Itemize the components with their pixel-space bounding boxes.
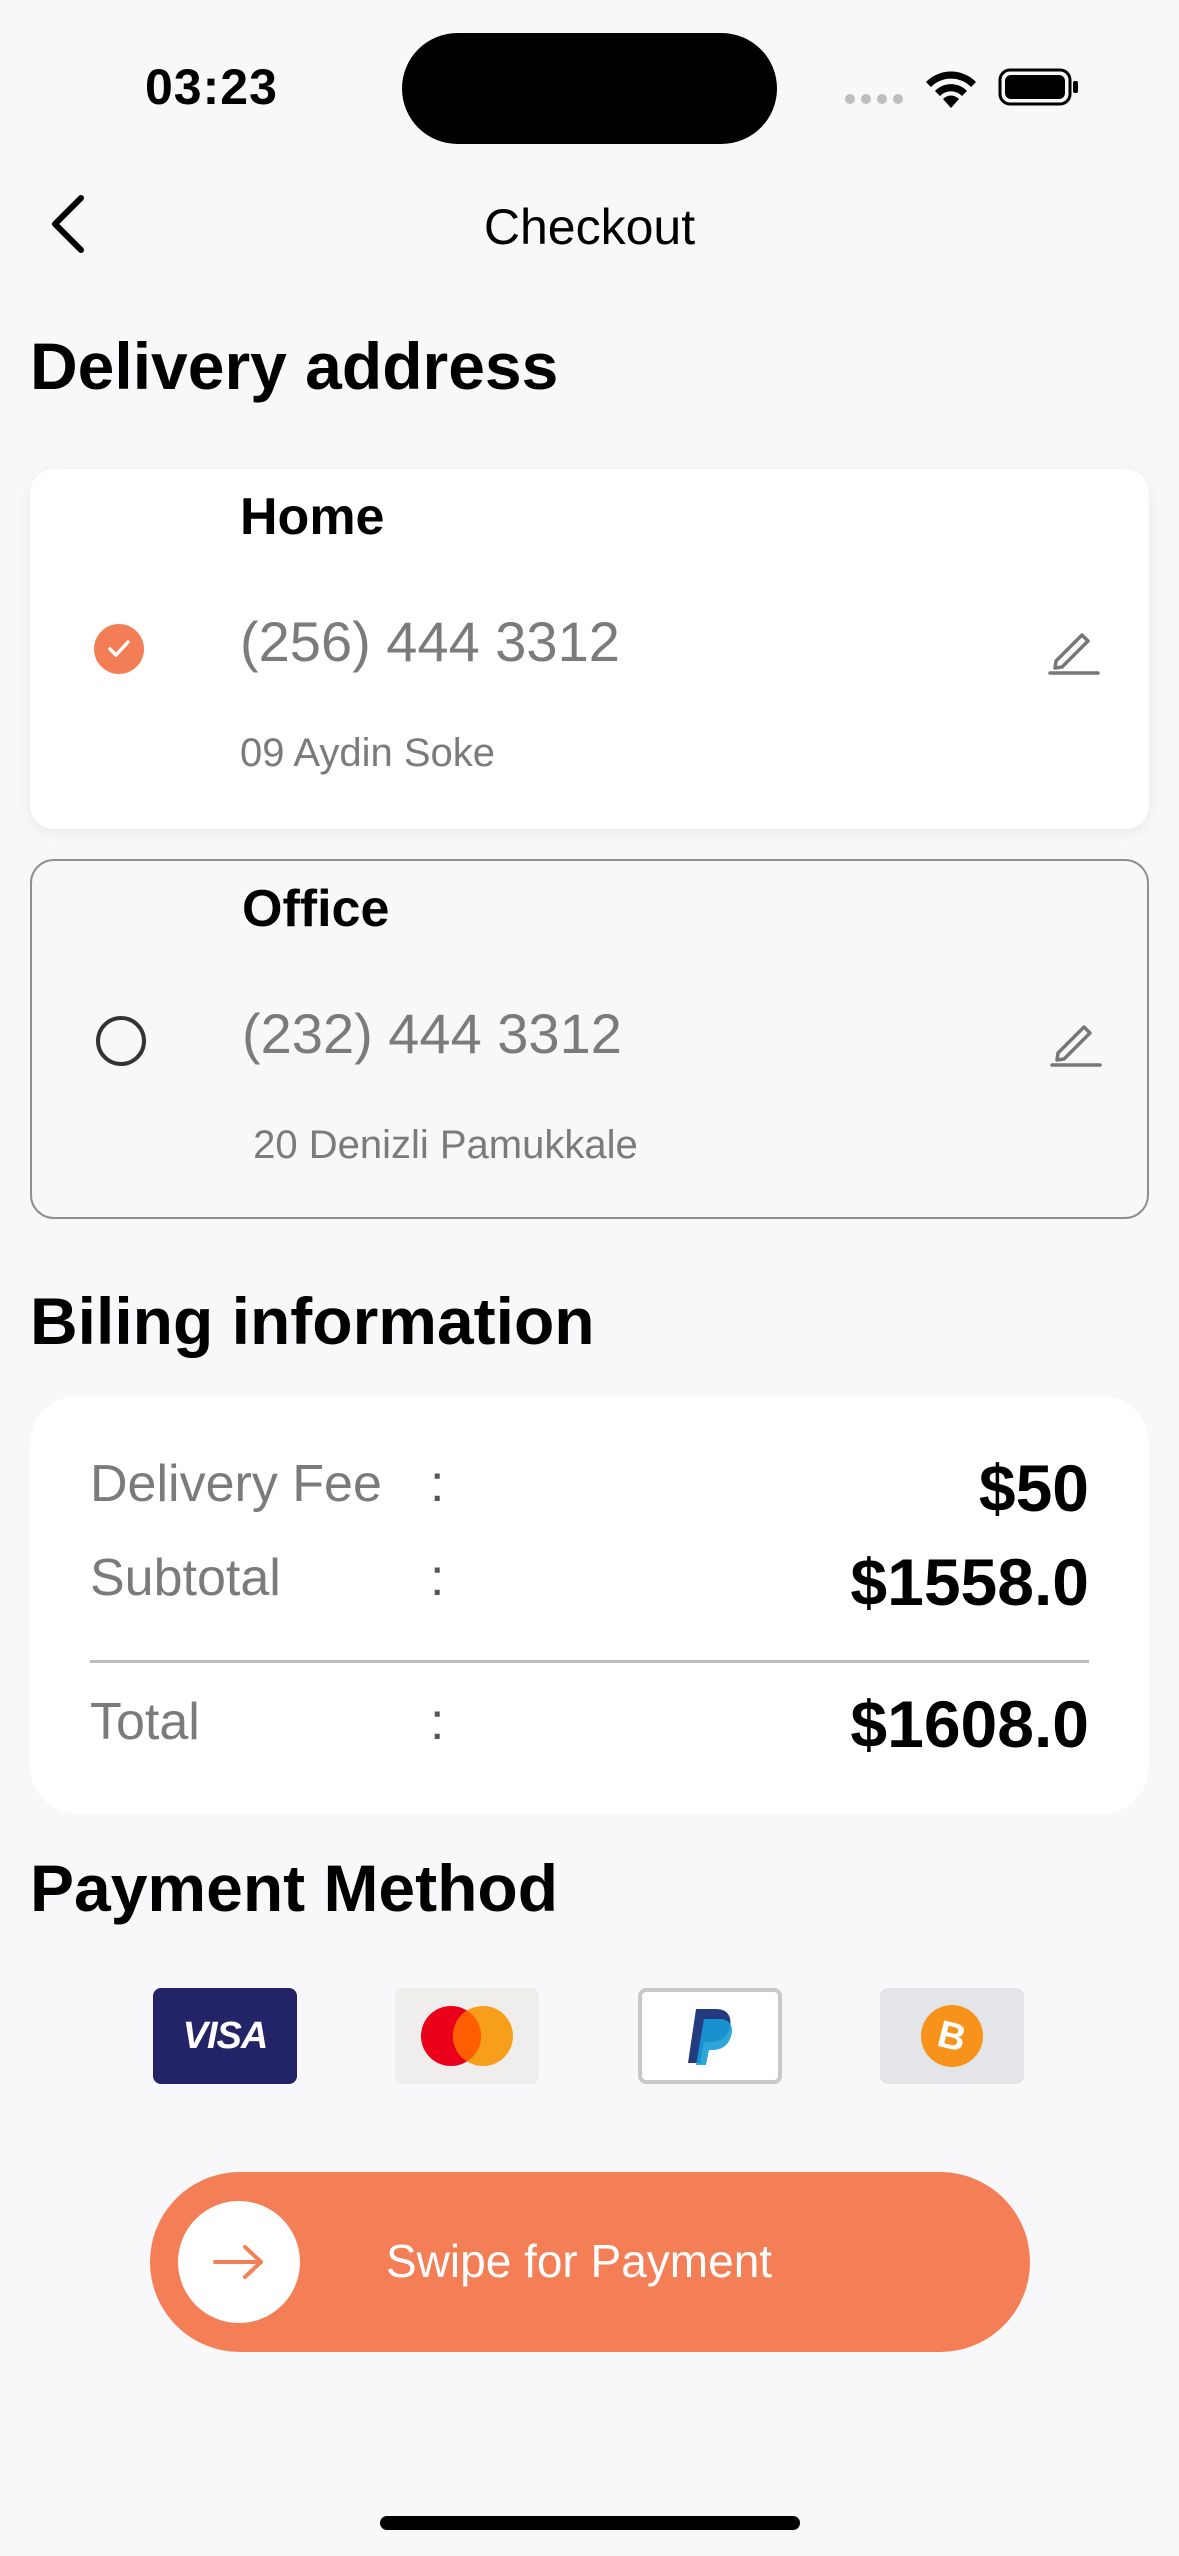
battery-icon <box>998 68 1078 106</box>
edit-pencil-icon[interactable] <box>1046 621 1102 677</box>
bill-row-delivery-fee: Delivery Fee : $50 <box>90 1451 1089 1534</box>
cellular-signal-icon <box>845 94 905 104</box>
delivery-section-title: Delivery address <box>30 329 559 403</box>
swipe-label: Swipe for Payment <box>386 2235 773 2287</box>
chevron-left-icon <box>52 195 84 253</box>
bill-colon: : <box>430 1549 445 1607</box>
address-label: Home <box>240 488 385 546</box>
bitcoin-logo-icon: B <box>921 2005 983 2067</box>
address-phone: (256) 444 3312 <box>240 610 620 673</box>
billing-card: Delivery Fee : $50 Subtotal : $1558.0 To… <box>30 1396 1149 1814</box>
address-label: Office <box>242 880 390 938</box>
payment-bitcoin-button[interactable]: B <box>880 1988 1024 2084</box>
bill-divider <box>90 1660 1089 1663</box>
paypal-logo-icon <box>688 2009 732 2065</box>
swipe-payment-slider[interactable]: Swipe for Payment <box>150 2172 1030 2352</box>
back-button[interactable] <box>28 184 108 264</box>
check-icon <box>108 640 130 657</box>
radio-unselected[interactable] <box>96 1016 146 1066</box>
address-street: 20 Denizli Pamukkale <box>242 1123 638 1167</box>
bill-value: $1608.0 <box>850 1687 1089 1761</box>
bill-label: Total <box>90 1693 200 1751</box>
radio-selected[interactable] <box>94 624 144 674</box>
address-street: 09 Aydin Soke <box>240 731 496 775</box>
status-time: 03:23 <box>145 59 278 115</box>
payment-visa-button[interactable]: VISA <box>153 1988 297 2084</box>
edit-pencil-icon[interactable] <box>1048 1013 1104 1069</box>
payment-paypal-button[interactable] <box>638 1988 782 2084</box>
payment-mastercard-button[interactable] <box>395 1988 539 2084</box>
wifi-icon <box>926 71 976 108</box>
payment-section-title: Payment Method <box>30 1851 559 1925</box>
visa-logo-icon: VISA <box>182 2014 269 2057</box>
bill-row-subtotal: Subtotal : $1558.0 <box>90 1545 1089 1628</box>
bill-colon: : <box>430 1455 445 1513</box>
home-indicator <box>380 2516 800 2530</box>
bill-row-total: Total : $1608.0 <box>90 1687 1089 1772</box>
page-title: Checkout <box>483 199 696 255</box>
billing-section-title: Biling information <box>30 1284 595 1358</box>
dynamic-island <box>402 33 777 144</box>
bill-value: $1558.0 <box>850 1545 1089 1619</box>
address-card-office[interactable]: Office (232) 444 3312 20 Denizli Pamukka… <box>30 859 1149 1219</box>
bill-label: Subtotal <box>90 1549 281 1607</box>
bill-value: $50 <box>978 1451 1089 1525</box>
mastercard-logo-icon <box>421 2006 513 2066</box>
address-card-home[interactable]: Home (256) 444 3312 09 Aydin Soke <box>30 469 1149 829</box>
bill-label: Delivery Fee <box>90 1455 382 1513</box>
bill-colon: : <box>430 1693 445 1751</box>
address-phone: (232) 444 3312 <box>242 1002 622 1065</box>
